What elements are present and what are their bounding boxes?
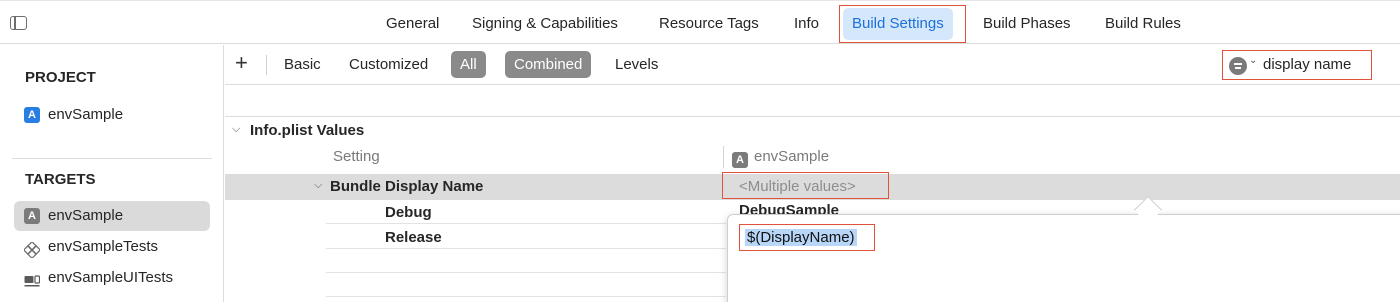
column-header-setting: Setting <box>333 148 380 165</box>
filter-all-button[interactable]: All <box>451 51 486 78</box>
release-config-label: Release <box>385 229 442 246</box>
sidebar-item-label: envSample <box>48 207 124 224</box>
build-settings-highlight <box>839 5 966 43</box>
tab-signing-capabilities[interactable]: Signing & Capabilities <box>472 8 618 40</box>
chevron-down-icon: ⌄ <box>1249 55 1258 66</box>
setting-name: Bundle Display Name <box>330 178 484 195</box>
sidebar-divider <box>12 158 212 159</box>
filter-icon[interactable] <box>1229 57 1247 75</box>
row-divider <box>326 223 726 224</box>
test-bundle-icon <box>22 239 42 260</box>
tab-general[interactable]: General <box>386 8 439 40</box>
search-input-value[interactable]: display name <box>1263 56 1351 73</box>
debug-config-label: Debug <box>385 204 432 221</box>
ui-test-bundle-icon <box>24 270 41 287</box>
targets-section-header: TARGETS <box>25 171 96 188</box>
multiple-values-highlight <box>722 172 889 199</box>
sidebar-item-label: envSampleUITests <box>48 269 174 286</box>
filter-customized-button[interactable]: Customized <box>349 51 428 78</box>
row-divider <box>326 248 726 249</box>
sidebar-item-label: envSample <box>48 106 124 123</box>
sidebar-toggle-icon[interactable] <box>10 16 27 30</box>
add-setting-button[interactable]: + <box>235 51 248 75</box>
filter-separator <box>266 55 267 75</box>
column-header-target-label: envSample <box>754 148 830 165</box>
settings-search-field[interactable]: ⌄ display name <box>1222 50 1372 80</box>
build-settings-filter-bar: + Basic Customized All Combined Levels ⌄… <box>225 45 1400 85</box>
project-section-header: PROJECT <box>25 69 96 86</box>
sidebar-item-target-envsample[interactable]: A envSample <box>14 201 210 231</box>
sidebar-item-target-envsampleuitests[interactable]: envSampleUITests <box>14 263 210 293</box>
app-target-icon: A <box>732 152 748 168</box>
release-value-input[interactable]: $(DisplayName) <box>739 224 875 251</box>
group-title: Info.plist Values <box>250 122 365 139</box>
column-header-target: AenvSample <box>732 148 829 168</box>
row-divider <box>326 296 726 297</box>
info-plist-group-row[interactable]: ⌵ Info.plist Values <box>225 116 1400 144</box>
sidebar-item-project-envsample[interactable]: A envSample <box>14 100 210 130</box>
view-levels-button[interactable]: Levels <box>615 51 658 78</box>
view-combined-button[interactable]: Combined <box>505 51 592 78</box>
app-target-icon: A <box>24 208 40 224</box>
filter-basic-button[interactable]: Basic <box>284 51 321 78</box>
editor-tab-bar: General Signing & Capabilities Resource … <box>0 0 1400 44</box>
row-divider <box>326 272 726 273</box>
project-navigator: PROJECT A envSample TARGETS A envSample … <box>0 45 224 302</box>
sidebar-item-target-envsampletests[interactable]: envSampleTests <box>14 232 210 262</box>
tab-build-phases[interactable]: Build Phases <box>983 8 1071 40</box>
app-project-icon: A <box>24 107 40 123</box>
selected-value-text[interactable]: $(DisplayName) <box>745 229 857 246</box>
sidebar-item-label: envSampleTests <box>48 238 159 255</box>
chevron-down-icon[interactable]: ⌵ <box>232 123 240 136</box>
tab-info[interactable]: Info <box>794 8 819 40</box>
column-divider <box>723 146 724 168</box>
chevron-down-icon[interactable]: ⌵ <box>314 179 322 192</box>
tab-resource-tags[interactable]: Resource Tags <box>659 8 759 40</box>
tab-build-rules[interactable]: Build Rules <box>1105 8 1181 40</box>
